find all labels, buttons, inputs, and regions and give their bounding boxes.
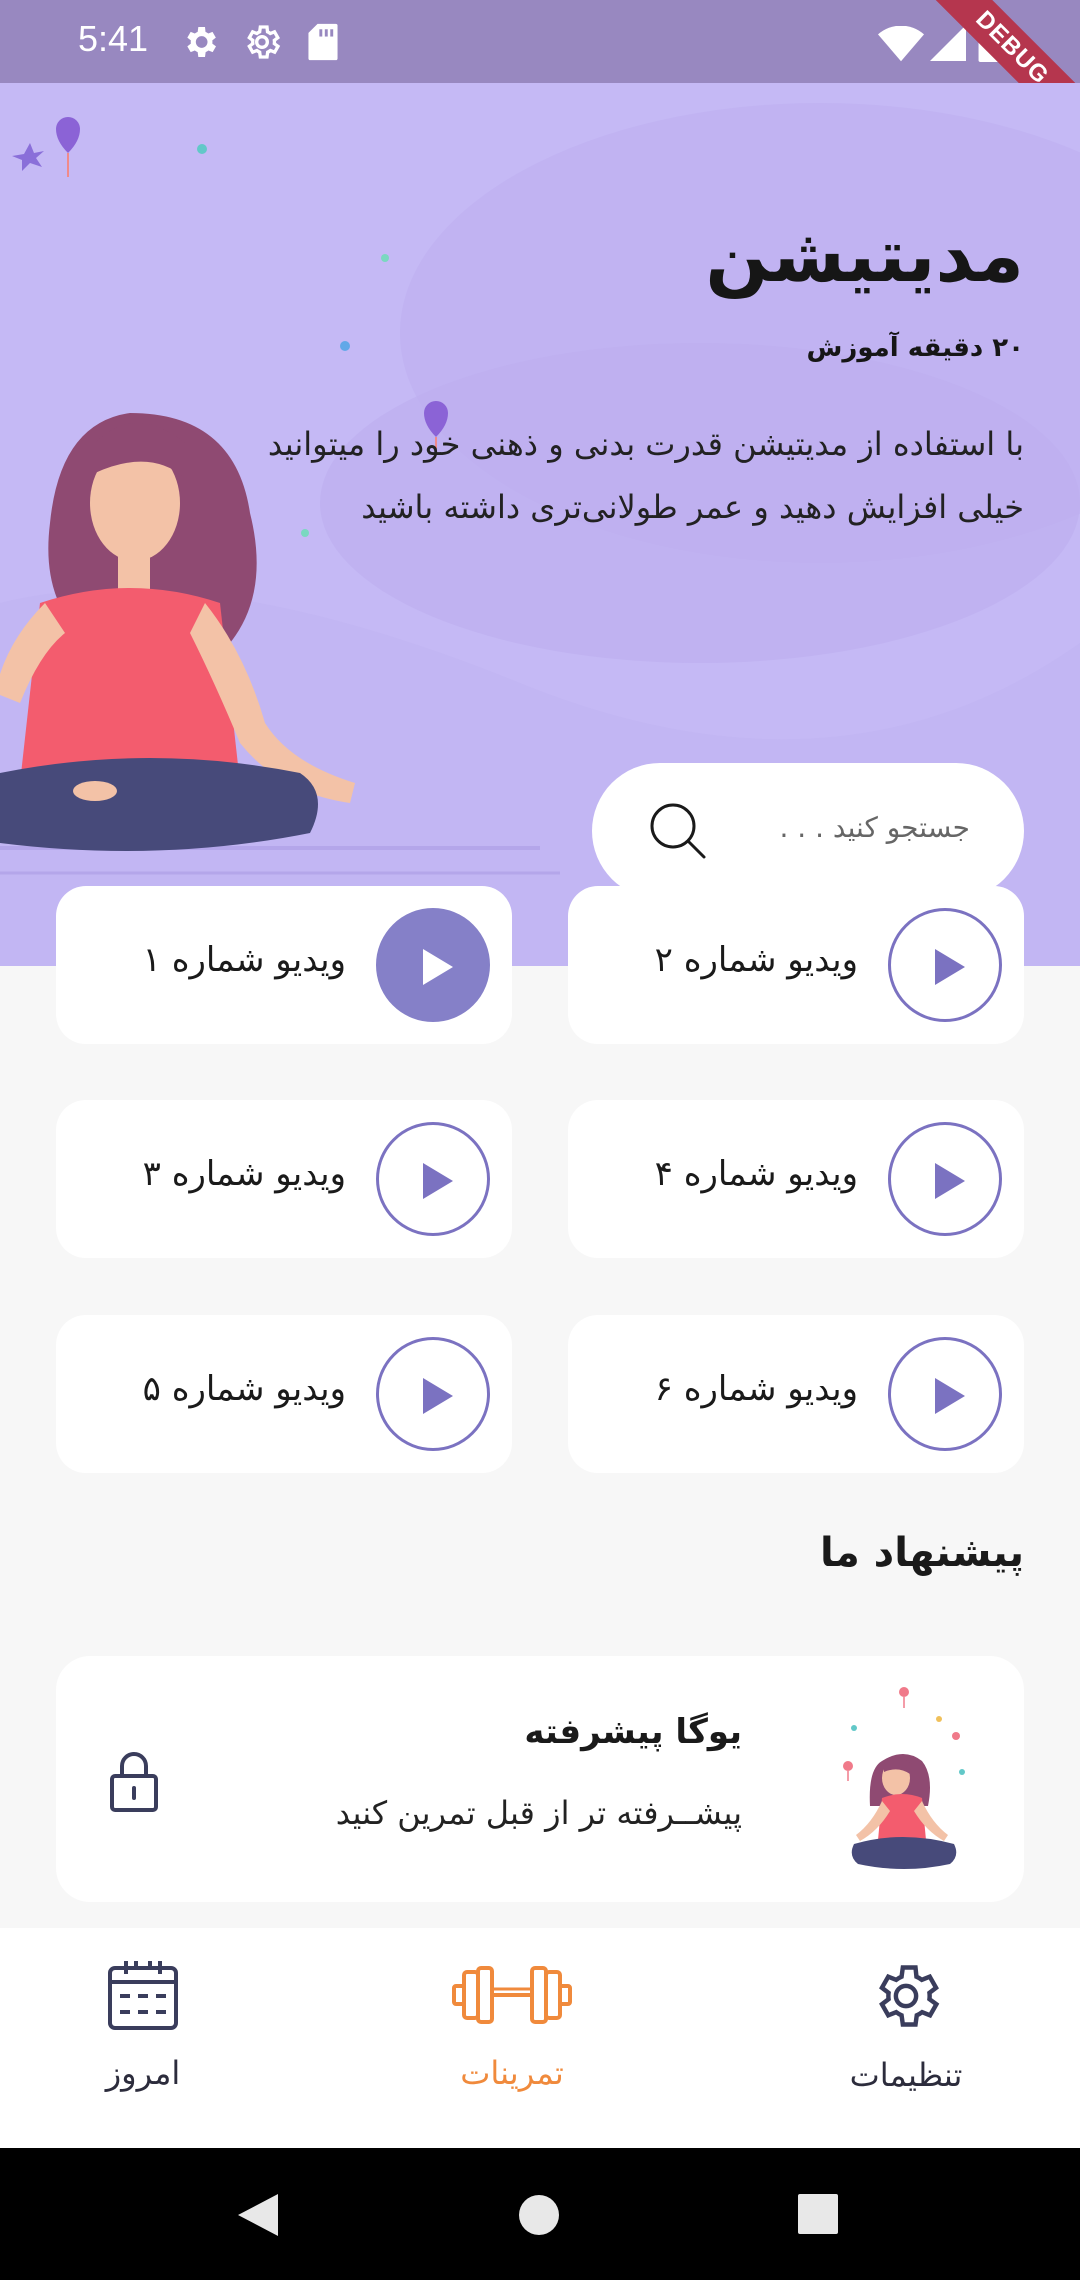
- play-button[interactable]: [888, 1122, 1002, 1236]
- nav-label-today: امروز: [105, 2054, 181, 2092]
- play-icon: [935, 1163, 965, 1199]
- settings-icon: [187, 27, 216, 57]
- page-title: مدیتیشن: [705, 213, 1024, 299]
- search-bar[interactable]: [592, 763, 1024, 899]
- play-icon: [935, 949, 965, 985]
- promo-title: یوگا پیشرفته: [524, 1712, 742, 1752]
- system-navigation-bar: [0, 2148, 1080, 2280]
- wifi-icon: [878, 26, 924, 62]
- video-card-3[interactable]: ویدیو شماره ۳: [56, 1100, 512, 1258]
- play-icon: [935, 1378, 965, 1414]
- play-button[interactable]: [888, 1337, 1002, 1451]
- video-label: ویدیو شماره ۵: [142, 1369, 346, 1409]
- video-label: ویدیو شماره ۳: [142, 1154, 346, 1194]
- status-time: 5:41: [78, 18, 149, 59]
- hero-section: مدیتیشن ۲۰ دقیقه آموزش با استفاده از مدی…: [0, 83, 1080, 966]
- play-icon: [423, 1163, 453, 1199]
- promo-subtitle: پیشــرفته تر از قبل تمرین کنید: [335, 1794, 742, 1832]
- lock-icon: [110, 1752, 158, 1812]
- hero-description: با استفاده از مدیتیشن قدرت بدنی و ذهنی خ…: [267, 425, 1024, 526]
- search-icon[interactable]: [648, 801, 708, 861]
- settings-outline-icon: [247, 25, 281, 59]
- play-button[interactable]: [376, 1122, 490, 1236]
- play-button[interactable]: [376, 1337, 490, 1451]
- search-input[interactable]: [710, 811, 970, 844]
- video-label: ویدیو شماره ۴: [654, 1154, 858, 1194]
- nav-label-settings: تنظیمات: [849, 2056, 963, 2094]
- signal-icon: [930, 25, 966, 61]
- advanced-yoga-card[interactable]: یوگا پیشرفته پیشــرفته تر از قبل تمرین ک…: [56, 1656, 1024, 1902]
- bottom-navigation: امروز تمرینات تنظیمات: [0, 1928, 1080, 2148]
- duration-subtitle: ۲۰ دقیقه آموزش: [806, 333, 1024, 363]
- play-icon: [423, 1378, 453, 1414]
- status-bar: 5:41: [0, 0, 1080, 83]
- back-icon[interactable]: [236, 2192, 280, 2238]
- nav-label-exercises: تمرینات: [460, 2054, 564, 2092]
- nav-item-settings[interactable]: تنظیمات: [806, 1958, 1006, 2094]
- play-icon: [423, 949, 453, 985]
- gear-icon: [879, 1965, 940, 2027]
- yoga-illustration: [843, 1687, 965, 1869]
- recents-icon[interactable]: [798, 2194, 838, 2234]
- video-card-6[interactable]: ویدیو شماره ۶: [568, 1315, 1024, 1473]
- calendar-icon: [108, 1961, 178, 2030]
- sd-card-icon: [308, 23, 338, 61]
- nav-item-exercises[interactable]: تمرینات: [412, 1958, 612, 2092]
- video-label: ویدیو شماره ۲: [654, 940, 858, 980]
- dumbbell-icon: [452, 1966, 572, 2024]
- video-card-1[interactable]: ویدیو شماره ۱: [56, 886, 512, 1044]
- video-label: ویدیو شماره ۱: [142, 940, 346, 980]
- suggestions-title: پیشنهاد ما: [819, 1530, 1024, 1576]
- play-button[interactable]: [888, 908, 1002, 1022]
- play-button[interactable]: [376, 908, 490, 1022]
- nav-item-today[interactable]: امروز: [43, 1958, 243, 2092]
- home-icon[interactable]: [518, 2194, 560, 2236]
- video-card-4[interactable]: ویدیو شماره ۴: [568, 1100, 1024, 1258]
- video-label: ویدیو شماره ۶: [654, 1369, 858, 1409]
- video-card-5[interactable]: ویدیو شماره ۵: [56, 1315, 512, 1473]
- video-card-2[interactable]: ویدیو شماره ۲: [568, 886, 1024, 1044]
